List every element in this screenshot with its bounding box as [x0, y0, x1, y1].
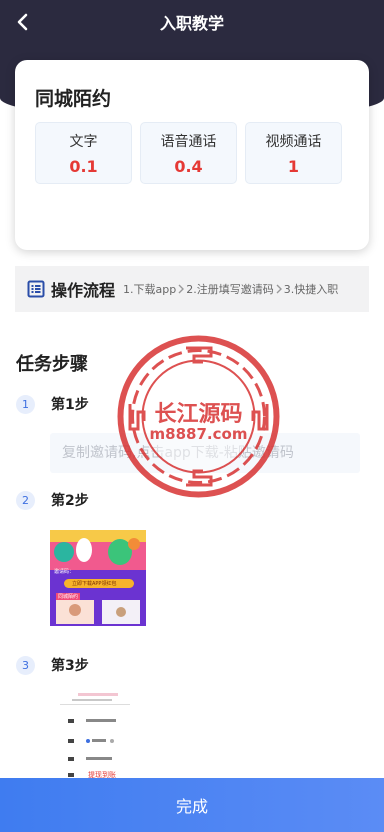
process-step: 2.注册填写邀请码: [186, 283, 274, 296]
card-title: 同城陌约: [35, 88, 112, 110]
process-bar: 操作流程 1.下载app 2.注册填写邀请码 3.快捷入职: [15, 266, 369, 312]
watermark-seal: 长江源码 m8887.com: [116, 334, 281, 499]
pricing-card: 同城陌约 文字 0.1 语音通话 0.4 视频通话 1: [15, 60, 369, 250]
watermark-name: 长江源码: [154, 402, 243, 427]
price-item-voice: 语音通话 0.4: [140, 122, 237, 184]
price-value: 1: [287, 156, 300, 176]
step-3-screenshot: 提现到账: [50, 690, 146, 780]
price-label: 文字: [69, 133, 98, 150]
step-2: 2 第2步: [16, 490, 89, 510]
step-label: 第3步: [51, 658, 89, 674]
step-1: 1 第1步: [16, 394, 89, 414]
price-item-video: 视频通话 1: [245, 122, 342, 184]
process-steps: 1.下载app 2.注册填写邀请码 3.快捷入职: [123, 281, 338, 297]
top-bar: 入职教学: [0, 0, 384, 44]
price-list: 文字 0.1 语音通话 0.4 视频通话 1: [35, 122, 342, 184]
list-icon: [27, 280, 45, 298]
process-title: 操作流程: [51, 281, 116, 300]
promo-button-label: 立即下载APP领红包: [72, 581, 117, 587]
price-value: 0.4: [174, 156, 203, 176]
invite-code-input[interactable]: [50, 433, 360, 473]
step-number: 2: [16, 490, 35, 510]
app-promo-image: [50, 530, 146, 626]
process-step: 1.下载app: [123, 283, 177, 296]
price-label: 语音通话: [160, 133, 217, 150]
register-form-image: [60, 693, 130, 777]
step-2-screenshot: 邀请码： 立即下载APP领红包 同城陌约: [50, 530, 146, 626]
chevron-left-icon: [17, 13, 28, 31]
page-title: 入职教学: [159, 14, 224, 33]
watermark-seal-icon: [117, 335, 280, 498]
chevron-right-icon: [176, 283, 186, 295]
step-number: 1: [16, 394, 35, 414]
step-label: 第1步: [51, 397, 89, 413]
back-button[interactable]: [8, 8, 36, 36]
promo-tag: 同城陌约: [56, 593, 81, 600]
price-label: 视频通话: [265, 133, 322, 150]
price-item-text: 文字 0.1: [35, 122, 132, 184]
task-steps-title: 任务步骤: [16, 354, 88, 375]
step-number: 3: [16, 655, 35, 675]
process-step: 3.快捷入职: [283, 283, 339, 296]
done-button[interactable]: 完成: [0, 778, 384, 832]
step-3: 3 第3步: [16, 655, 89, 675]
chevron-right-icon: [274, 283, 284, 295]
price-value: 0.1: [69, 156, 98, 176]
step-label: 第2步: [51, 493, 89, 509]
promo-code-label: 邀请码：: [54, 569, 75, 575]
